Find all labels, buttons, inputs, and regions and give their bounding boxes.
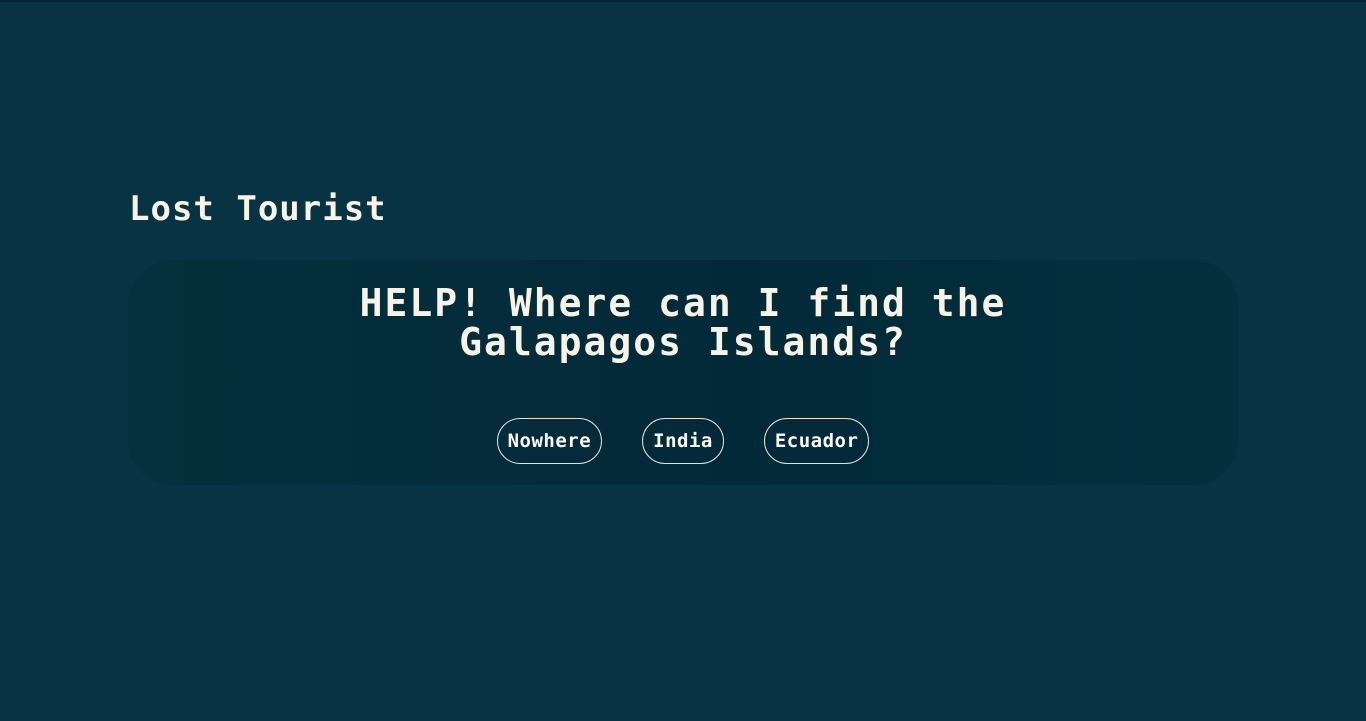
question-text: HELP! Where can I find the Galapagos Isl… — [128, 284, 1238, 362]
answer-button-india[interactable]: India — [642, 418, 724, 464]
app-title: Lost Tourist — [129, 189, 387, 229]
question-line-2: Galapagos Islands? — [459, 320, 907, 364]
question-line-1: HELP! Where can I find the — [359, 281, 1007, 325]
answer-options: Nowhere India Ecuador — [128, 418, 1238, 464]
question-card: HELP! Where can I find the Galapagos Isl… — [128, 260, 1238, 485]
answer-button-ecuador[interactable]: Ecuador — [763, 418, 870, 464]
answer-button-nowhere[interactable]: Nowhere — [496, 418, 603, 464]
